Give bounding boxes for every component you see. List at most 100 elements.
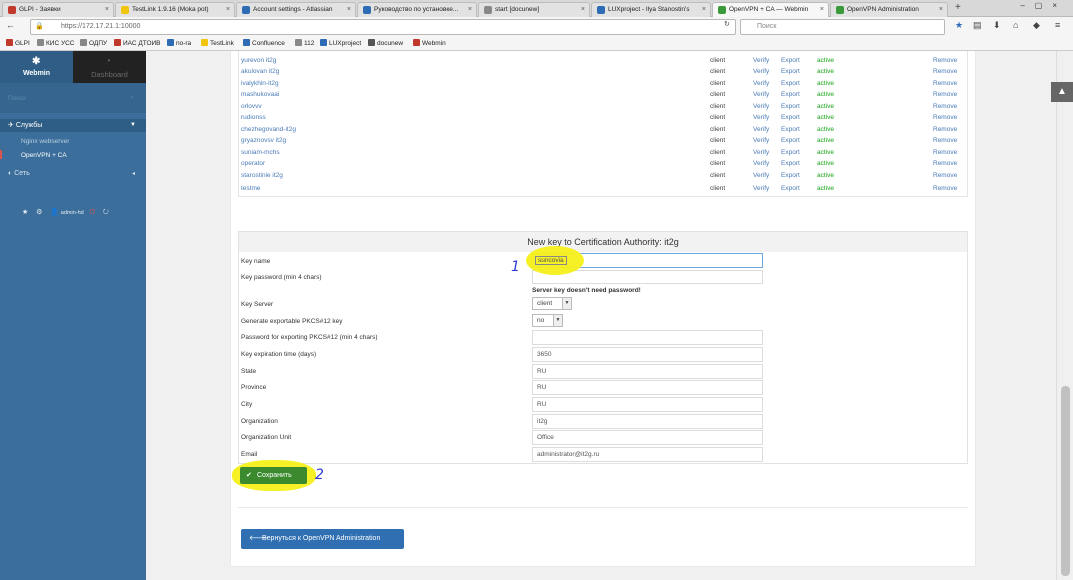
user-icon[interactable]: 👤 — [50, 209, 61, 216]
tab-atlassian[interactable]: Account settings - Atlassian × — [236, 2, 356, 17]
window-controls[interactable]: –▢× — [1020, 1, 1067, 10]
organization-input[interactable]: it2g — [532, 414, 763, 429]
tab-testlink[interactable]: TestLink 1.9.16 (Moka pot) × — [115, 2, 235, 17]
verify-link[interactable]: Verify — [753, 170, 769, 181]
reading-list-icon[interactable]: ▤ — [973, 20, 982, 31]
back-to-openvpn-button[interactable]: 🡐 Вернуться к OpenVPN Administration — [241, 529, 404, 549]
sidebar-search-input[interactable]: Поиск ⌕ — [0, 83, 146, 113]
close-icon[interactable]: × — [226, 3, 230, 16]
bookmark-112[interactable]: 112 — [295, 39, 314, 47]
verify-link[interactable]: Verify — [753, 55, 769, 66]
client-name-link[interactable]: operator — [241, 158, 265, 169]
client-name-link[interactable]: starostinie it2g — [241, 170, 283, 181]
person-icon[interactable]: ▲ — [1051, 82, 1073, 102]
verify-link[interactable]: Verify — [753, 135, 769, 146]
reload-icon[interactable]: ↻ — [724, 20, 730, 28]
dashboard-tab[interactable]: ◔ Dashboard — [73, 51, 146, 83]
refresh-icon[interactable]: ↻ — [103, 209, 109, 216]
verify-link[interactable]: Verify — [753, 158, 769, 169]
client-name-link[interactable]: suniam-mchs — [241, 147, 280, 158]
client-name-link[interactable]: mashukovaai — [241, 89, 279, 100]
bookmark-odpu[interactable]: ОДПУ — [80, 39, 107, 47]
verify-link[interactable]: Verify — [753, 147, 769, 158]
remove-link[interactable]: Remove — [933, 78, 957, 89]
export-link[interactable]: Export — [781, 78, 800, 89]
bookmark-ias[interactable]: ИАС ДТОИВ — [114, 39, 161, 47]
export-link[interactable]: Export — [781, 89, 800, 100]
client-name-link[interactable]: gryaznovsv it2g — [241, 135, 286, 146]
export-link[interactable]: Export — [781, 158, 800, 169]
address-bar[interactable]: 🔒 https://172.17.21.1:10000 — [30, 19, 736, 35]
verify-link[interactable]: Verify — [753, 124, 769, 135]
tab-luxproject[interactable]: LUXproject - Ilya Stanostin's × — [591, 2, 711, 17]
remove-link[interactable]: Remove — [933, 101, 957, 112]
back-arrow-icon[interactable]: ← — [6, 20, 15, 30]
client-name-link[interactable]: akulovan it2g — [241, 66, 279, 77]
org-unit-input[interactable]: Office — [532, 430, 763, 445]
verify-link[interactable]: Verify — [753, 183, 769, 194]
remove-link[interactable]: Remove — [933, 147, 957, 158]
new-tab-button[interactable]: + — [955, 2, 961, 13]
expiration-input[interactable]: 3650 — [532, 347, 763, 362]
star-icon[interactable]: ★ — [955, 20, 963, 31]
remove-link[interactable]: Remove — [933, 124, 957, 135]
verify-link[interactable]: Verify — [753, 78, 769, 89]
province-input[interactable]: RU — [532, 380, 763, 395]
search-box[interactable]: Поиск — [740, 19, 945, 35]
export-link[interactable]: Export — [781, 112, 800, 123]
sidebar-item-nginx[interactable]: Nginx webserver — [21, 138, 69, 145]
export-link[interactable]: Export — [781, 55, 800, 66]
close-icon[interactable]: × — [347, 3, 351, 16]
home-icon[interactable]: ⌂ — [1013, 20, 1018, 30]
bookmark-testlink[interactable]: TestLink — [201, 39, 234, 47]
tab-openvpn-webmin[interactable]: OpenVPN + CA — Webmin × — [712, 2, 829, 17]
pocket-icon[interactable]: ◆ — [1033, 20, 1040, 31]
close-icon[interactable]: × — [702, 3, 706, 16]
export-link[interactable]: Export — [781, 170, 800, 181]
client-name-link[interactable]: ivalykhin-it2g — [241, 78, 279, 89]
client-name-link[interactable]: chezhegovand-it2g — [241, 124, 296, 135]
bookmark-luxproject[interactable]: LUXproject — [320, 39, 361, 47]
key-server-select[interactable]: client ▼ — [532, 297, 572, 310]
scrollbar-thumb[interactable] — [1061, 386, 1070, 576]
tab-openvpn-admin[interactable]: OpenVPN Administration × — [830, 2, 948, 17]
logout-icon[interactable]: ⏻ — [90, 209, 96, 216]
remove-link[interactable]: Remove — [933, 170, 957, 181]
export-link[interactable]: Export — [781, 66, 800, 77]
menu-icon[interactable]: ≡ — [1055, 20, 1060, 30]
bookmark-webmin[interactable]: Webmin — [413, 39, 446, 47]
bookmark-confluence[interactable]: Confluence — [243, 39, 285, 47]
verify-link[interactable]: Verify — [753, 112, 769, 123]
close-icon[interactable]: × — [820, 3, 824, 16]
export-link[interactable]: Export — [781, 124, 800, 135]
page-scrollbar[interactable] — [1056, 51, 1073, 580]
sidebar-item-services[interactable]: ✈ Службы ▼ — [0, 119, 146, 132]
client-name-link[interactable]: yurevon it2g — [241, 55, 276, 66]
remove-link[interactable]: Remove — [933, 112, 957, 123]
close-icon[interactable]: × — [468, 3, 472, 16]
client-name-link[interactable]: rudionss — [241, 112, 266, 123]
tab-docunew[interactable]: start [docunew] × — [478, 2, 590, 17]
download-icon[interactable]: ⬇ — [993, 20, 1001, 31]
remove-link[interactable]: Remove — [933, 66, 957, 77]
bookmark-kis-uss[interactable]: КИС УСС — [37, 39, 74, 47]
star-icon[interactable]: ★ — [22, 209, 28, 216]
export-link[interactable]: Export — [781, 135, 800, 146]
state-input[interactable]: RU — [532, 364, 763, 379]
client-name-link[interactable]: orlovvv — [241, 101, 262, 112]
remove-link[interactable]: Remove — [933, 89, 957, 100]
save-button[interactable]: ✔ Сохранить — [240, 467, 307, 484]
tab-glpi[interactable]: GLPI - Заявки × — [2, 2, 114, 17]
remove-link[interactable]: Remove — [933, 183, 957, 194]
cogs-icon[interactable]: ⚙ — [36, 209, 42, 216]
export-link[interactable]: Export — [781, 147, 800, 158]
bookmark-no-ra[interactable]: no-ra — [167, 39, 191, 47]
verify-link[interactable]: Verify — [753, 89, 769, 100]
close-icon[interactable]: × — [939, 3, 943, 16]
pkcs-select[interactable]: no ▼ — [532, 314, 563, 327]
tab-manual[interactable]: Руководство по установке... × — [357, 2, 477, 17]
close-icon[interactable]: × — [105, 3, 109, 16]
verify-link[interactable]: Verify — [753, 66, 769, 77]
bookmark-glpi[interactable]: GLPI — [6, 39, 30, 47]
city-input[interactable]: RU — [532, 397, 763, 412]
